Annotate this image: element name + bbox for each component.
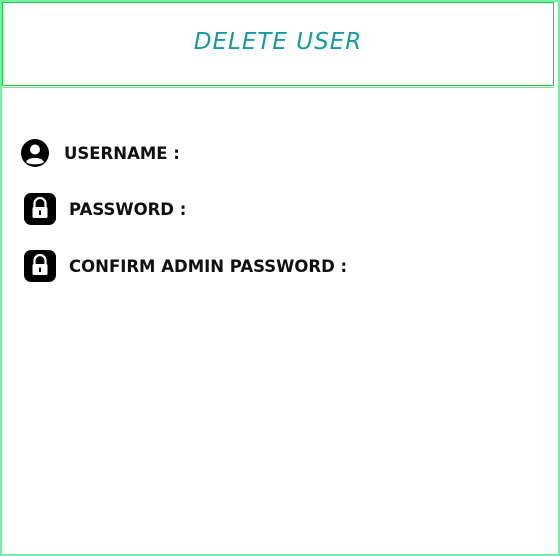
lock-icon xyxy=(24,250,56,282)
password-row: PASSWORD : xyxy=(24,193,186,225)
confirm-admin-password-row: CONFIRM ADMIN PASSWORD : xyxy=(24,250,347,282)
username-row: USERNAME : xyxy=(20,138,180,168)
header-panel: DELETE USER xyxy=(2,2,554,86)
username-label: USERNAME : xyxy=(64,143,180,163)
lock-icon xyxy=(24,193,56,225)
header-divider xyxy=(2,87,554,88)
confirm-admin-password-label: CONFIRM ADMIN PASSWORD : xyxy=(69,256,348,276)
page-title: DELETE USER xyxy=(193,29,363,55)
password-label: PASSWORD : xyxy=(69,199,187,219)
user-icon xyxy=(20,138,50,168)
